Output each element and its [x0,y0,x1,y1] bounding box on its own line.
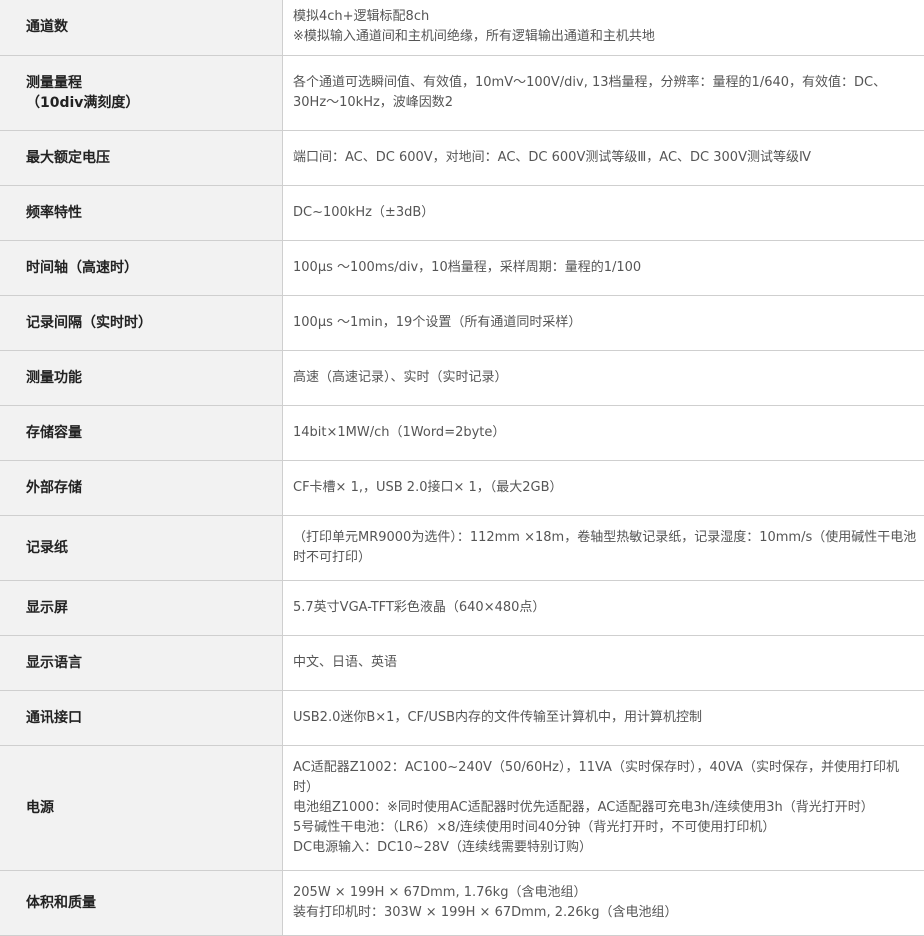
row-label-text: 显示语言 [26,654,82,671]
table-row: 体积和质量 205W × 199H × 67Dmm, 1.76kg（含电池组） … [0,870,924,936]
row-label: 体积和质量 [0,870,283,936]
row-value: DC~100kHz（±3dB） [282,185,924,241]
row-value: （打印单元MR9000为选件）：112mm ×18m，卷轴型热敏记录纸，记录湿度… [282,515,924,581]
table-row: 显示屏 5.7英寸VGA-TFT彩色液晶（640×480点） [0,580,924,636]
row-value: AC适配器Z1002：AC100~240V（50/60Hz），11VA（实时保存… [282,745,924,871]
table-row: 记录间隔（实时时） 100μs ～1min，19个设置（所有通道同时采样） [0,295,924,351]
table-row: 时间轴（高速时） 100μs ～100ms/div，10档量程，采样周期：量程的… [0,240,924,296]
row-value: 各个通道可选瞬间值、有效值，10mV～100V/div, 13档量程，分辨率：量… [282,55,924,131]
table-row: 电源 AC适配器Z1002：AC100~240V（50/60Hz），11VA（实… [0,745,924,871]
row-value: 中文、日语、英语 [282,635,924,691]
row-label: 通道数 [0,0,283,56]
row-label-text: 存储容量 [26,424,82,441]
row-label: 测量量程 （10div满刻度） [0,55,283,131]
row-value: 14bit×1MW/ch（1Word=2byte） [282,405,924,461]
row-value: 100μs ～1min，19个设置（所有通道同时采样） [282,295,924,351]
row-value: 高速（高速记录）、实时（实时记录） [282,350,924,406]
row-value: 5.7英寸VGA-TFT彩色液晶（640×480点） [282,580,924,636]
row-label-text: 体积和质量 [26,894,96,911]
row-label: 外部存储 [0,460,283,516]
row-label-text: 记录纸 [26,539,68,556]
table-row: 最大额定电压 端口间：AC、DC 600V，对地间：AC、DC 600V测试等级… [0,130,924,186]
row-label-text: 外部存储 [26,479,82,496]
table-row: 频率特性 DC~100kHz（±3dB） [0,185,924,241]
row-label-text: 通道数 [26,19,68,36]
table-row: 显示语言 中文、日语、英语 [0,635,924,691]
row-label-text: 记录间隔（实时时） [26,314,152,331]
row-label: 存储容量 [0,405,283,461]
row-label: 显示语言 [0,635,283,691]
row-label: 记录纸 [0,515,283,581]
row-value: 205W × 199H × 67Dmm, 1.76kg（含电池组） 装有打印机时… [282,870,924,936]
row-label: 电源 [0,745,283,871]
row-label: 最大额定电压 [0,130,283,186]
row-label-text: 通讯接口 [26,709,82,726]
spec-table: 通道数 模拟4ch+逻辑标配8ch ※模拟输入通道间和主机间绝缘，所有逻辑输出通… [0,0,924,936]
table-row: 存储容量 14bit×1MW/ch（1Word=2byte） [0,405,924,461]
row-label: 时间轴（高速时） [0,240,283,296]
row-label: 测量功能 [0,350,283,406]
row-label-text: 电源 [26,799,54,816]
table-row: 测量功能 高速（高速记录）、实时（实时记录） [0,350,924,406]
row-label-text: 显示屏 [26,599,68,616]
table-row: 通讯接口 USB2.0迷你B×1，CF/USB内存的文件传输至计算机中，用计算机… [0,690,924,746]
row-value: USB2.0迷你B×1，CF/USB内存的文件传输至计算机中，用计算机控制 [282,690,924,746]
row-label-text: 测量量程 （10div满刻度） [26,74,140,111]
row-label-text: 频率特性 [26,204,82,221]
row-label-text: 时间轴（高速时） [26,259,138,276]
row-label-text: 最大额定电压 [26,149,110,166]
table-row: 通道数 模拟4ch+逻辑标配8ch ※模拟输入通道间和主机间绝缘，所有逻辑输出通… [0,0,924,56]
table-row: 记录纸 （打印单元MR9000为选件）：112mm ×18m，卷轴型热敏记录纸，… [0,515,924,581]
row-value: 模拟4ch+逻辑标配8ch ※模拟输入通道间和主机间绝缘，所有逻辑输出通道和主机… [282,0,924,56]
row-value: 100μs ～100ms/div，10档量程，采样周期：量程的1/100 [282,240,924,296]
table-row: 外部存储 CF卡槽× 1,，USB 2.0接口× 1，（最大2GB） [0,460,924,516]
row-value: CF卡槽× 1,，USB 2.0接口× 1，（最大2GB） [282,460,924,516]
row-label: 记录间隔（实时时） [0,295,283,351]
row-value: 端口间：AC、DC 600V，对地间：AC、DC 600V测试等级Ⅲ，AC、DC… [282,130,924,186]
row-label: 频率特性 [0,185,283,241]
row-label: 通讯接口 [0,690,283,746]
row-label-text: 测量功能 [26,369,82,386]
row-label: 显示屏 [0,580,283,636]
table-row: 测量量程 （10div满刻度） 各个通道可选瞬间值、有效值，10mV～100V/… [0,55,924,131]
